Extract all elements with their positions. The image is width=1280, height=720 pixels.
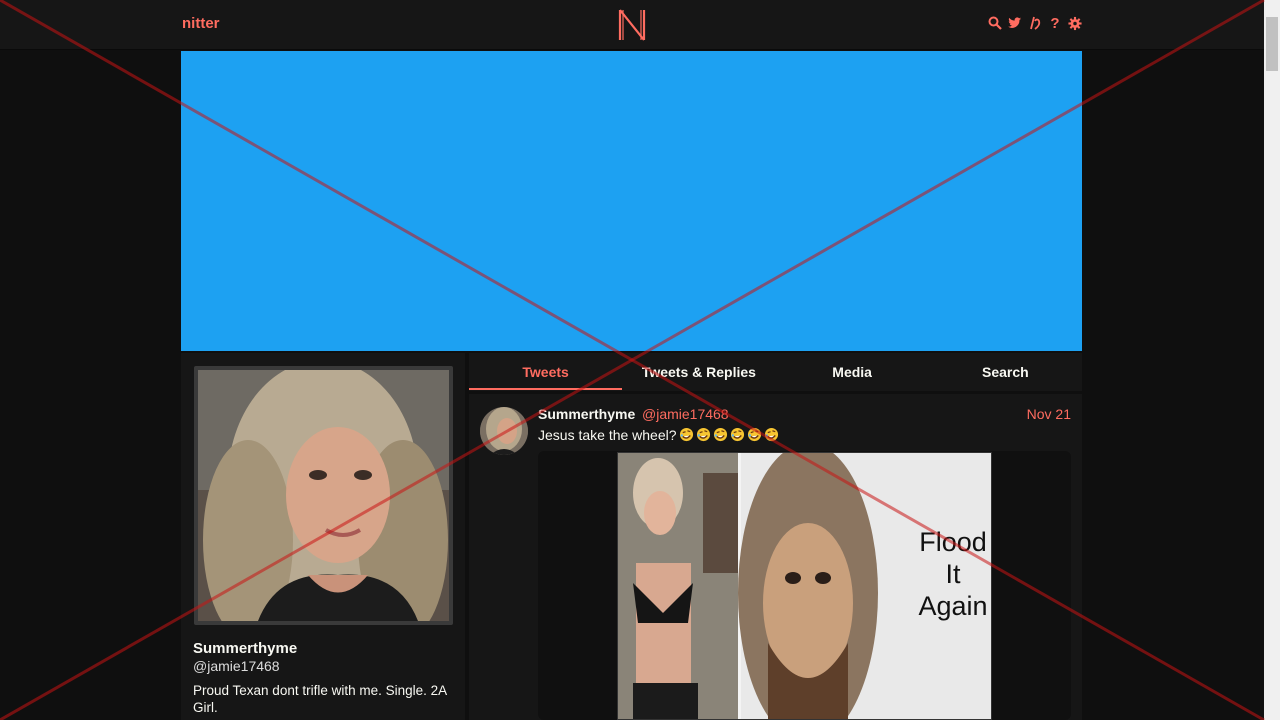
profile-fullname[interactable]: Summerthyme (193, 640, 297, 657)
tweet-text: Jesus take the wheel? (538, 427, 779, 443)
rolling-on-floor-laughing-emoji (696, 427, 710, 442)
tweet-text-content: Jesus take the wheel? (538, 427, 677, 443)
rolling-on-floor-laughing-emoji (713, 427, 727, 442)
media-caption-it: It (945, 559, 961, 589)
profile-bio: Proud Texan dont trifle with me. Single.… (193, 683, 447, 715)
profile-banner (181, 51, 1082, 351)
profile-avatar[interactable] (194, 366, 453, 625)
profile-photo (198, 370, 449, 621)
emoji-row (677, 427, 779, 443)
top-navbar: nitter ? (0, 0, 1264, 50)
nav-icon-group: ? (988, 15, 1082, 32)
profile-card: Summerthyme @jamie17468 Proud Texan dont… (181, 353, 465, 720)
profile-username[interactable]: @jamie17468 (193, 658, 280, 674)
tweet-fullname[interactable]: Summerthyme (538, 406, 635, 422)
tab-media[interactable]: Media (776, 353, 929, 391)
rss-icon[interactable] (1028, 15, 1042, 31)
search-icon[interactable] (988, 15, 1002, 31)
help-icon[interactable]: ? (1048, 15, 1062, 32)
gear-icon[interactable] (1068, 15, 1082, 31)
twitter-bird-icon[interactable] (1008, 15, 1022, 31)
rolling-on-floor-laughing-emoji (764, 427, 778, 442)
rolling-on-floor-laughing-emoji (730, 427, 744, 442)
media-caption-again: Again (918, 591, 987, 621)
nitter-home-link[interactable]: nitter (182, 15, 220, 32)
nitter-logo-icon[interactable] (618, 9, 646, 41)
scrollbar-thumb[interactable] (1266, 17, 1278, 71)
tab-search[interactable]: Search (929, 353, 1082, 391)
timeline: Summerthyme @jamie17468 Nov 21 Jesus tak… (469, 394, 1082, 720)
rolling-on-floor-laughing-emoji (747, 427, 761, 442)
rolling-on-floor-laughing-emoji (679, 427, 693, 442)
tweet-date[interactable]: Nov 21 (1027, 406, 1071, 422)
vertical-scrollbar[interactable] (1264, 0, 1280, 720)
tweet-image[interactable]: Flood It Again (617, 452, 992, 720)
tab-tweets[interactable]: Tweets (469, 353, 623, 391)
media-caption-flood: Flood (919, 527, 987, 557)
tab-tweets-replies[interactable]: Tweets & Replies (622, 353, 775, 391)
tweet-username[interactable]: @jamie17468 (642, 406, 729, 422)
timeline-tabs: Tweets Tweets & Replies Media Search (469, 353, 1082, 391)
tweet-media: Flood It Again (538, 451, 1071, 720)
tweet-avatar[interactable] (480, 407, 528, 455)
